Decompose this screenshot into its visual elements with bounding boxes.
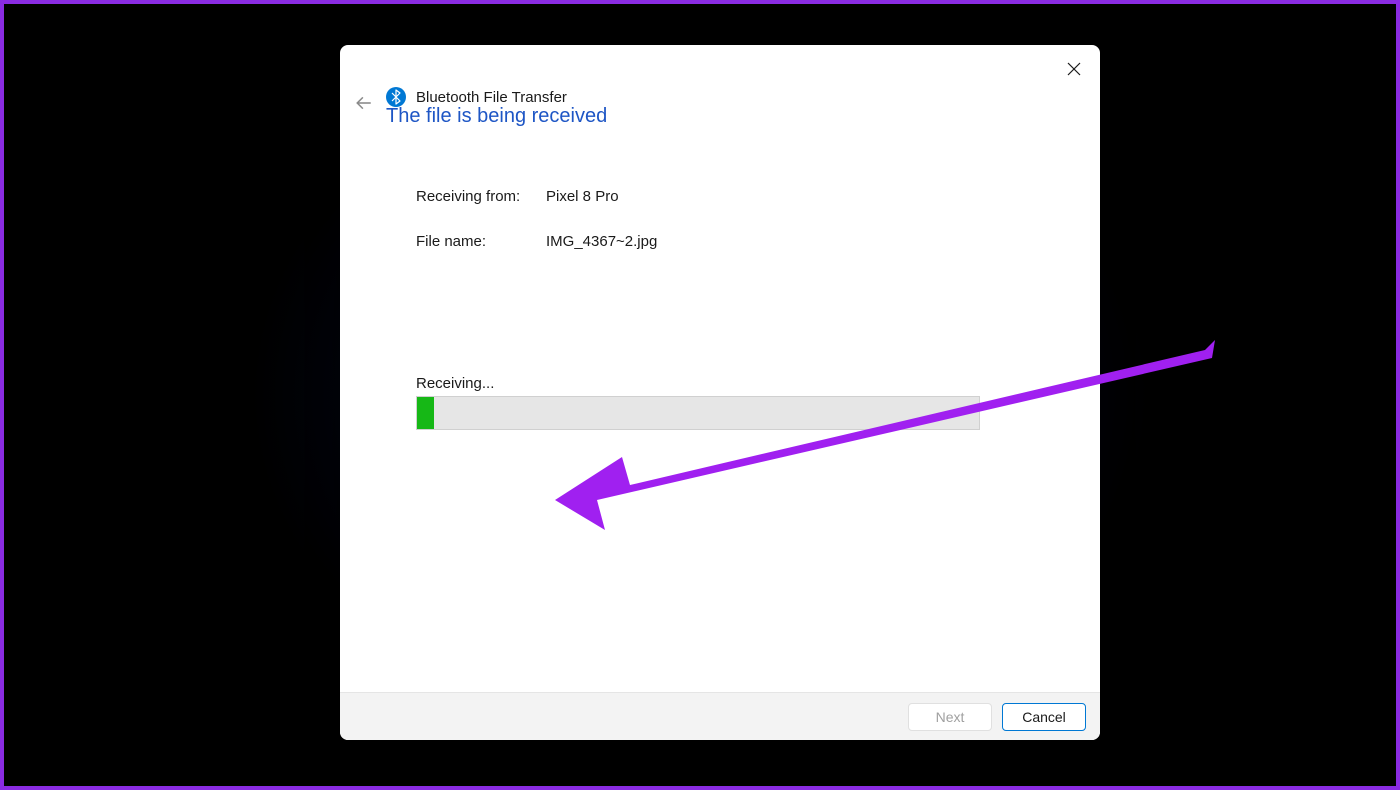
progress-fill (417, 397, 434, 429)
next-button: Next (908, 703, 992, 731)
progress-label: Receiving... (416, 375, 980, 392)
file-name-label: File name: (416, 233, 546, 250)
receiving-from-row: Receiving from: Pixel 8 Pro (416, 188, 1054, 205)
file-name-row: File name: IMG_4367~2.jpg (416, 233, 1054, 250)
page-heading: The file is being received (386, 105, 1054, 128)
dialog-body: The file is being received Receiving fro… (340, 45, 1100, 692)
receiving-from-value: Pixel 8 Pro (546, 188, 1054, 205)
file-name-value: IMG_4367~2.jpg (546, 233, 1054, 250)
bluetooth-transfer-dialog: Bluetooth File Transfer The file is bein… (340, 45, 1100, 740)
receiving-from-label: Receiving from: (416, 188, 546, 205)
cancel-button[interactable]: Cancel (1002, 703, 1086, 731)
progress-section: Receiving... (416, 375, 980, 430)
dialog-footer: Next Cancel (340, 692, 1100, 740)
progress-bar (416, 396, 980, 430)
